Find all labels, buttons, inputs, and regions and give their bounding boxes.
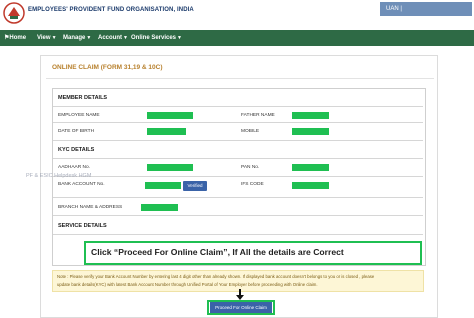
mobile-label: MOBILE <box>241 129 260 134</box>
chevron-down-icon: ▼ <box>86 35 92 41</box>
divider <box>53 140 423 141</box>
note-line-1: Note : Please verify your Bank Account N… <box>57 274 375 279</box>
employee-name-value-redacted <box>147 112 193 119</box>
uan-login-bar[interactable]: UAN | <box>380 2 472 16</box>
top-header: EMPLOYEES' PROVIDENT FUND ORGANISATION, … <box>0 0 474 28</box>
divider <box>53 106 423 107</box>
employee-name-label: EMPLOYEE NAME <box>58 113 100 118</box>
nav-account[interactable]: Account▼ <box>98 30 128 46</box>
pan-label: PAN No. <box>241 165 260 170</box>
kyc-details-heading: KYC DETAILS <box>58 147 95 153</box>
bank-account-value-redacted <box>145 182 181 189</box>
note-line-2: update bank details(KYC) with latest Ban… <box>57 282 318 287</box>
verified-badge: Verified <box>183 181 207 191</box>
main-navbar: ⚑Home View▼ Manage▼ Account▼ Online Serv… <box>0 30 474 46</box>
pan-value-redacted <box>292 164 329 171</box>
service-details-heading: SERVICE DETAILS <box>58 223 107 229</box>
divider <box>53 197 423 198</box>
nav-home[interactable]: ⚑Home <box>4 30 26 46</box>
nav-home-label: Home <box>9 35 27 41</box>
aadhaar-value-redacted <box>147 164 193 171</box>
father-name-label: FATHER NAME <box>241 113 275 118</box>
date-of-birth-value-redacted <box>147 128 186 135</box>
nav-manage[interactable]: Manage▼ <box>63 30 91 46</box>
proceed-online-claim-button[interactable]: Proceed For Online Claim <box>210 302 272 313</box>
mobile-value-redacted <box>292 128 329 135</box>
divider <box>53 122 423 123</box>
aadhaar-label: AADHAAR No. <box>58 165 90 170</box>
title-divider <box>46 78 434 79</box>
divider <box>53 215 423 216</box>
divider <box>53 176 423 177</box>
nav-view-label: View <box>37 35 51 41</box>
ifs-code-value-redacted <box>292 182 329 189</box>
page-title: ONLINE CLAIM (FORM 31,19 & 10C) <box>52 64 163 71</box>
chevron-down-icon: ▼ <box>123 35 128 41</box>
epfo-logo-icon <box>3 2 25 24</box>
nav-online-services-label: Online Services <box>131 35 177 41</box>
claim-form <box>52 88 426 266</box>
chevron-down-icon: ▼ <box>177 35 182 41</box>
org-name: EMPLOYEES' PROVIDENT FUND ORGANISATION, … <box>28 7 194 13</box>
instruction-callout-text: Click “Proceed For Online Claim”, If All… <box>91 247 344 257</box>
nav-manage-label: Manage <box>63 35 86 41</box>
divider <box>53 234 423 235</box>
nav-online-services[interactable]: Online Services▼ <box>131 30 182 46</box>
branch-value-redacted <box>141 204 178 211</box>
watermark: PF & ESIC Helpdesk HGM <box>26 173 92 179</box>
bank-account-label: BANK ACCOUNT No. <box>58 182 105 187</box>
ifs-code-label: IFS CODE <box>241 182 264 187</box>
father-name-value-redacted <box>292 112 329 119</box>
member-details-heading: MEMBER DETAILS <box>58 95 108 101</box>
date-of-birth-label: DATE OF BIRTH <box>58 129 95 134</box>
branch-label: BRANCH NAME & ADDRESS <box>58 205 123 210</box>
nav-account-label: Account <box>98 35 122 41</box>
chevron-down-icon: ▼ <box>51 35 57 41</box>
nav-view[interactable]: View▼ <box>37 30 57 46</box>
divider <box>53 158 423 159</box>
